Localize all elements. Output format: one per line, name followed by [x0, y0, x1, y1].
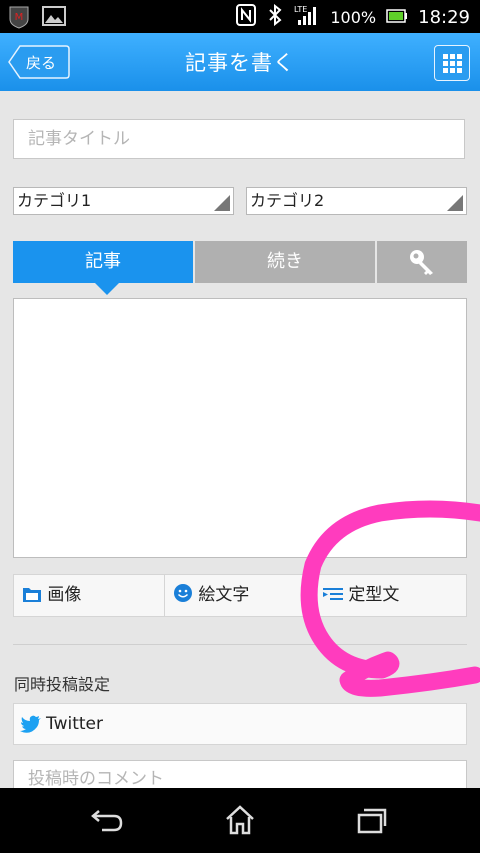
- recent-apps-icon: [357, 808, 387, 834]
- nfc-icon: [236, 4, 257, 30]
- insert-emoji-button[interactable]: 絵文字: [165, 575, 313, 616]
- category2-value: カテゴリ2: [250, 191, 325, 210]
- insert-image-label: 画像: [47, 585, 82, 605]
- tab-article[interactable]: 記事: [13, 241, 193, 295]
- insert-image-button[interactable]: 画像: [14, 575, 162, 616]
- dropdown-arrow-icon: [214, 195, 230, 211]
- insert-template-label: 定型文: [348, 585, 400, 605]
- bluetooth-off-icon: [266, 3, 284, 30]
- dropdown-arrow-icon: [447, 195, 463, 211]
- category2-select[interactable]: カテゴリ2: [246, 187, 467, 215]
- insert-toolbar: 画像 絵文字 定型文: [13, 574, 467, 617]
- category1-value: カテゴリ1: [17, 191, 92, 210]
- compose-form: 記事タイトル カテゴリ1 カテゴリ2 記事 続き 画像 絵文字 定型文 同時投稿…: [0, 91, 480, 810]
- tab-password[interactable]: [377, 241, 467, 283]
- back-nav-button[interactable]: [90, 808, 124, 838]
- system-navigation-bar: [0, 788, 480, 853]
- article-body-textarea[interactable]: [13, 298, 467, 558]
- battery-percent: 100%: [330, 7, 377, 27]
- twitter-share-toggle[interactable]: Twitter: [13, 703, 467, 745]
- grid-icon: [443, 54, 462, 73]
- home-icon: [226, 805, 254, 835]
- twitter-label: Twitter: [46, 714, 103, 734]
- svg-text:LTE: LTE: [294, 5, 307, 14]
- lte-signal-icon: LTE: [294, 4, 320, 30]
- section-divider: [13, 644, 467, 645]
- folder-icon: [23, 588, 41, 602]
- tab-continuation[interactable]: 続き: [195, 241, 375, 283]
- insert-emoji-label: 絵文字: [198, 585, 250, 605]
- share-settings-heading: 同時投稿設定: [14, 675, 111, 694]
- clock: 18:29: [418, 6, 470, 28]
- editor-tabs: 記事 続き: [13, 241, 467, 295]
- smiley-icon: [174, 584, 192, 602]
- battery-icon: [386, 8, 408, 27]
- category1-select[interactable]: カテゴリ1: [13, 187, 234, 215]
- key-icon: [410, 250, 433, 275]
- article-title-input[interactable]: 記事タイトル: [13, 119, 465, 159]
- security-app-icon: M: [8, 5, 30, 33]
- recent-apps-button[interactable]: [357, 808, 387, 838]
- home-nav-button[interactable]: [224, 804, 256, 840]
- twitter-bird-icon: [20, 715, 41, 733]
- svg-text:M: M: [15, 12, 24, 23]
- template-list-icon: [323, 588, 343, 600]
- insert-template-button[interactable]: 定型文: [315, 575, 473, 616]
- page-title: 記事を書く: [185, 51, 295, 75]
- gallery-notification-icon: [42, 5, 66, 33]
- app-bar: 戻る 記事を書く: [0, 33, 480, 91]
- grid-menu-button[interactable]: [434, 45, 470, 81]
- status-bar: M LTE 100% 18:29: [0, 0, 480, 33]
- back-arrow-icon: [91, 810, 123, 832]
